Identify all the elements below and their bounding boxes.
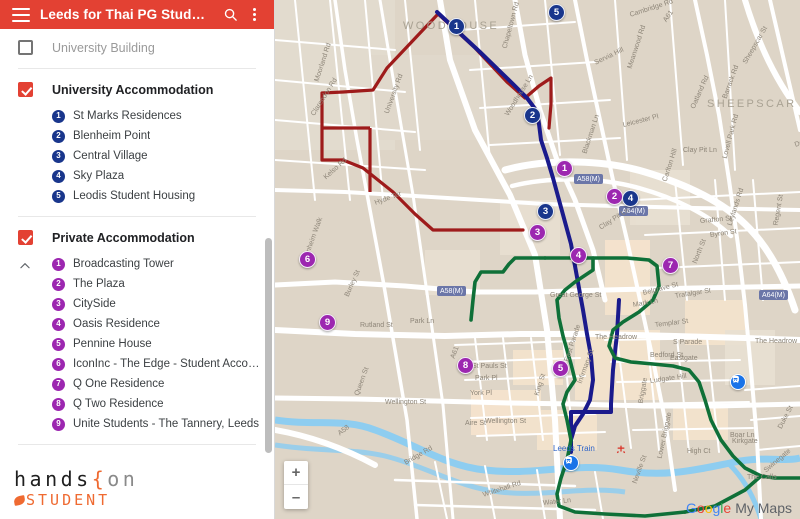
list-item[interactable]: 4 Oasis Residence <box>0 314 274 334</box>
map-pin-icon: 4 <box>52 317 65 331</box>
zoom-out-button[interactable]: – <box>284 485 308 509</box>
map-marker[interactable]: 2 <box>524 107 541 124</box>
leaf-icon <box>13 494 26 506</box>
map-pin-icon: 9 <box>52 417 65 431</box>
map-pin-icon: 3 <box>52 149 65 163</box>
legend-divider <box>18 444 256 445</box>
list-item-label: IconInc - The Edge - Student Accommod… <box>73 358 268 370</box>
layer-checkbox-private-accommodation[interactable] <box>18 230 33 245</box>
layer-university-building[interactable]: University Building <box>0 33 274 62</box>
list-item-label: The Plaza <box>73 278 125 290</box>
poi-list-university-accommodation: 1 St Marks Residences 2 Blenheim Point 3… <box>0 104 274 210</box>
logo-line-1: hands{on <box>14 468 260 490</box>
layer-private-accommodation[interactable]: Private Accommodation <box>0 223 274 252</box>
hamburger-icon[interactable] <box>12 7 30 22</box>
chevron-up-icon[interactable] <box>18 259 32 273</box>
map-title: Leeds for Thai PG Stud… <box>40 7 206 22</box>
layer-university-accommodation[interactable]: University Accommodation <box>0 75 274 104</box>
logo-on: on <box>107 467 139 491</box>
train-icon <box>616 445 626 454</box>
map-pin-icon: 5 <box>52 189 65 203</box>
list-item[interactable]: 3 Central Village <box>0 146 274 166</box>
map-pin-icon: 3 <box>52 297 65 311</box>
list-item[interactable]: 2 Blenheim Point <box>0 126 274 146</box>
map-marker[interactable]: 9 <box>319 314 336 331</box>
logo-hands: hands <box>14 467 92 491</box>
list-item-label: Central Village <box>73 150 148 162</box>
train-station-icon[interactable] <box>563 455 579 471</box>
search-icon[interactable] <box>218 3 242 27</box>
legend-divider <box>18 68 256 69</box>
layer-label-university-accommodation: University Accommodation <box>52 82 214 97</box>
legend-divider <box>18 216 256 217</box>
list-item[interactable]: 8 Q Two Residence <box>0 394 274 414</box>
zoom-in-button[interactable]: + <box>284 461 308 485</box>
sidebar-header: Leeds for Thai PG Stud… <box>0 0 274 29</box>
list-item-label: Blenheim Point <box>73 130 151 142</box>
map-vector-layer <box>275 0 800 519</box>
list-item-label: Q Two Residence <box>73 398 164 410</box>
map-pin-icon: 7 <box>52 377 65 391</box>
list-item[interactable]: 3 CitySide <box>0 294 274 314</box>
map-marker[interactable]: 4 <box>622 190 639 207</box>
list-item-label: Unite Students - The Tannery, Leeds <box>73 418 260 430</box>
list-item[interactable]: 7 Q One Residence <box>0 374 274 394</box>
list-item-label: Pennine House <box>73 338 152 350</box>
layer-checkbox-university-accommodation[interactable] <box>18 82 33 97</box>
list-item-label: CitySide <box>73 298 116 310</box>
map-pin-icon: 8 <box>52 397 65 411</box>
list-item-label: Q One Residence <box>73 378 165 390</box>
list-item-label: St Marks Residences <box>73 110 182 122</box>
map-marker[interactable]: 5 <box>548 4 565 21</box>
list-item[interactable]: 5 Leodis Student Housing <box>0 186 274 206</box>
map-marker[interactable]: 3 <box>537 203 554 220</box>
map-canvas[interactable]: WOODHOUSE SHEEPSCAR A58(M) A64(M) A58(M)… <box>275 0 800 519</box>
map-marker[interactable]: 1 <box>448 18 465 35</box>
my-maps-app: Leeds for Thai PG Stud… University Build… <box>0 0 800 519</box>
map-pin-icon: 5 <box>52 337 65 351</box>
map-pin-icon: 2 <box>52 129 65 143</box>
sidebar-scrollbar[interactable] <box>265 238 272 453</box>
bus-station-icon[interactable] <box>730 374 746 390</box>
layer-label-university-building: University Building <box>52 40 155 55</box>
sidebar-scroll-area: University Building University Accommoda… <box>0 29 274 519</box>
layer-label-private-accommodation: Private Accommodation <box>52 230 195 245</box>
list-item[interactable]: 9 Unite Students - The Tannery, Leeds <box>0 414 274 434</box>
map-marker[interactable]: 8 <box>457 357 474 374</box>
brand-logo: hands{on STUDENT <box>0 462 260 519</box>
logo-student: STUDENT <box>26 491 111 509</box>
map-pin-icon: 6 <box>52 357 65 371</box>
map-marker[interactable]: 1 <box>556 160 573 177</box>
list-item[interactable]: 5 Pennine House <box>0 334 274 354</box>
zoom-controls: + – <box>284 461 308 509</box>
layer-checkbox-university-building[interactable] <box>18 40 33 55</box>
list-item-label: Sky Plaza <box>73 170 125 182</box>
list-item[interactable]: 6 IconInc - The Edge - Student Accommod… <box>0 354 274 374</box>
map-marker[interactable]: 3 <box>529 224 546 241</box>
map-pin-icon: 1 <box>52 257 65 271</box>
map-pin-icon: 2 <box>52 277 65 291</box>
poi-list-private-accommodation: 1 Broadcasting Tower 2 The Plaza 3 CityS… <box>0 252 274 438</box>
map-legend-sidebar: Leeds for Thai PG Stud… University Build… <box>0 0 275 519</box>
more-vert-icon[interactable] <box>242 3 266 27</box>
list-item-label: Oasis Residence <box>73 318 160 330</box>
list-item-label: Leodis Student Housing <box>73 190 196 202</box>
list-item-label: Broadcasting Tower <box>73 258 174 270</box>
map-marker[interactable]: 4 <box>570 247 587 264</box>
logo-brace: { <box>91 467 108 491</box>
list-item[interactable]: 1 Broadcasting Tower <box>0 254 274 274</box>
map-marker[interactable]: 6 <box>299 251 316 268</box>
list-item[interactable]: 1 St Marks Residences <box>0 106 274 126</box>
logo-line-2: STUDENT <box>13 491 260 509</box>
map-marker[interactable]: 7 <box>662 257 679 274</box>
map-pin-icon: 1 <box>52 109 65 123</box>
map-marker[interactable]: 2 <box>606 188 623 205</box>
list-item[interactable]: 2 The Plaza <box>0 274 274 294</box>
map-pin-icon: 4 <box>52 169 65 183</box>
list-item[interactable]: 4 Sky Plaza <box>0 166 274 186</box>
map-marker[interactable]: 5 <box>552 360 569 377</box>
